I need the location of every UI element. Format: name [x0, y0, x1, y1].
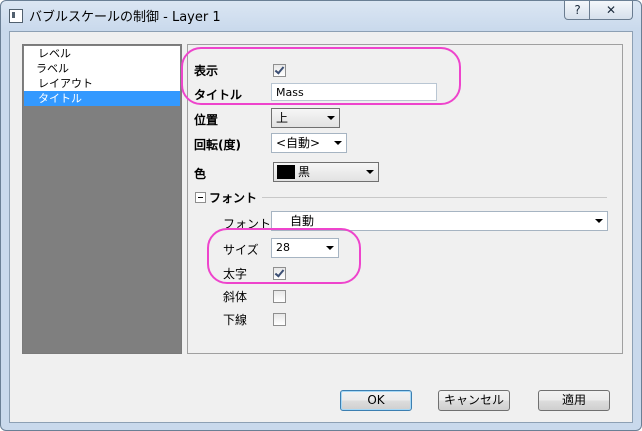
color-label: 色	[194, 167, 207, 181]
ok-button[interactable]: OK	[340, 390, 412, 411]
settings-panel: 表示 タイトル Mass 位置 上 回転(度) <自動> 色 黒 フォント フォ…	[187, 44, 623, 354]
chevron-down-icon	[334, 141, 342, 145]
tree-item-label[interactable]: ラベル	[24, 61, 180, 76]
chevron-down-icon	[327, 116, 335, 120]
chevron-down-icon	[366, 170, 374, 174]
underline-label: 下線	[223, 313, 248, 327]
bold-checkbox[interactable]	[273, 267, 286, 280]
window-title: バブルスケールの制御 - Layer 1	[29, 10, 221, 25]
show-label: 表示	[194, 64, 219, 78]
rotation-value: <自動>	[276, 136, 321, 150]
cancel-button[interactable]: キャンセル	[438, 390, 510, 411]
bold-label: 太字	[223, 267, 248, 281]
title-label: タイトル	[194, 88, 243, 102]
italic-label: 斜体	[223, 290, 248, 304]
position-dropdown[interactable]: 上	[271, 108, 340, 128]
rotation-label: 回転(度)	[194, 138, 241, 152]
show-checkbox[interactable]	[273, 64, 286, 77]
tree-item-title[interactable]: タイトル	[24, 91, 180, 106]
font-value: 自動	[290, 214, 315, 228]
tree-item-level[interactable]: レベル	[24, 46, 180, 61]
position-value: 上	[276, 111, 289, 125]
position-label: 位置	[194, 113, 219, 127]
dialog-window: バブルスケールの制御 - Layer 1 ? ✕ レベル ラベル レイアウト タ…	[0, 0, 642, 431]
apply-button[interactable]: 適用	[538, 390, 610, 411]
chevron-down-icon	[326, 246, 334, 250]
size-dropdown[interactable]: 28	[271, 238, 339, 258]
tree-item-layout[interactable]: レイアウト	[24, 76, 180, 91]
font-label: フォント	[223, 217, 272, 231]
help-button[interactable]: ?	[564, 1, 591, 20]
title-bar[interactable]: バブルスケールの制御 - Layer 1 ? ✕	[1, 1, 641, 31]
italic-checkbox[interactable]	[273, 290, 286, 303]
collapse-font-icon[interactable]	[195, 192, 206, 203]
color-dropdown[interactable]: 黒	[273, 162, 379, 182]
font-dropdown[interactable]: 自動	[271, 211, 608, 231]
group-divider	[262, 197, 607, 198]
size-value: 28	[276, 241, 290, 254]
category-tree: レベル ラベル レイアウト タイトル	[22, 44, 182, 354]
underline-checkbox[interactable]	[273, 313, 286, 326]
tree-list: レベル ラベル レイアウト タイトル	[24, 46, 180, 106]
title-input[interactable]: Mass	[271, 83, 437, 101]
rotation-dropdown[interactable]: <自動>	[271, 133, 347, 153]
font-group-header: フォント	[209, 191, 258, 205]
color-swatch	[277, 165, 295, 179]
color-value: 黒	[298, 165, 311, 179]
close-button[interactable]: ✕	[589, 1, 633, 20]
size-label: サイズ	[223, 243, 259, 257]
chevron-down-icon	[595, 219, 603, 223]
app-icon	[9, 9, 23, 23]
dialog-client: レベル ラベル レイアウト タイトル 表示 タイトル Mass 位置 上 回転(…	[9, 31, 633, 423]
